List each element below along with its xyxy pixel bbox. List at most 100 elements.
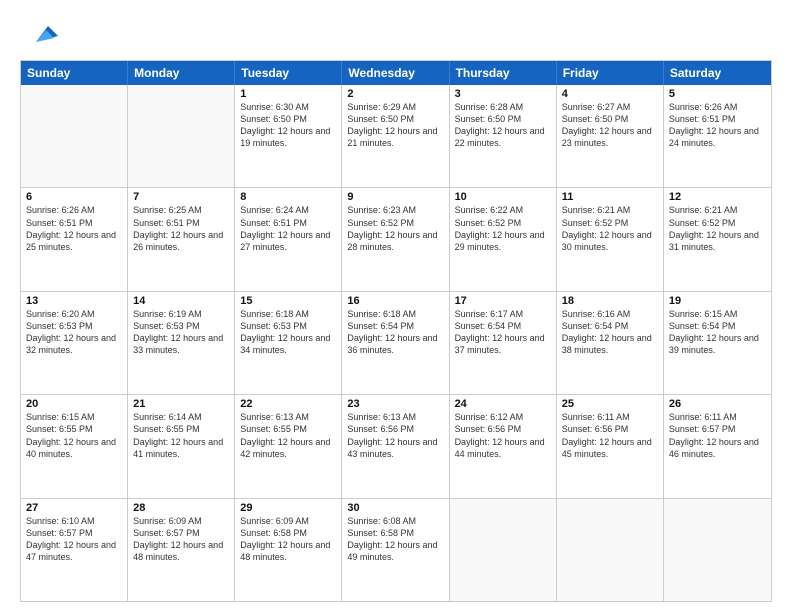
header: [20, 18, 772, 50]
page: SundayMondayTuesdayWednesdayThursdayFrid…: [0, 0, 792, 612]
header-cell-tuesday: Tuesday: [235, 61, 342, 85]
calendar-row-0: 1Sunrise: 6:30 AMSunset: 6:50 PMDaylight…: [21, 85, 771, 188]
calendar-row-4: 27Sunrise: 6:10 AMSunset: 6:57 PMDayligh…: [21, 499, 771, 601]
calendar-cell: 7Sunrise: 6:25 AMSunset: 6:51 PMDaylight…: [128, 188, 235, 290]
calendar-cell: 28Sunrise: 6:09 AMSunset: 6:57 PMDayligh…: [128, 499, 235, 601]
header-cell-saturday: Saturday: [664, 61, 771, 85]
calendar-cell: 29Sunrise: 6:09 AMSunset: 6:58 PMDayligh…: [235, 499, 342, 601]
day-number: 1: [240, 88, 336, 100]
cell-info: Sunrise: 6:18 AMSunset: 6:54 PMDaylight:…: [347, 308, 443, 357]
calendar-cell: 10Sunrise: 6:22 AMSunset: 6:52 PMDayligh…: [450, 188, 557, 290]
day-number: 23: [347, 398, 443, 410]
calendar-cell: 2Sunrise: 6:29 AMSunset: 6:50 PMDaylight…: [342, 85, 449, 187]
day-number: 6: [26, 191, 122, 203]
cell-info: Sunrise: 6:16 AMSunset: 6:54 PMDaylight:…: [562, 308, 658, 357]
calendar-cell: [21, 85, 128, 187]
calendar-cell: 30Sunrise: 6:08 AMSunset: 6:58 PMDayligh…: [342, 499, 449, 601]
cell-info: Sunrise: 6:20 AMSunset: 6:53 PMDaylight:…: [26, 308, 122, 357]
calendar-cell: 5Sunrise: 6:26 AMSunset: 6:51 PMDaylight…: [664, 85, 771, 187]
calendar-body: 1Sunrise: 6:30 AMSunset: 6:50 PMDaylight…: [21, 85, 771, 601]
cell-info: Sunrise: 6:12 AMSunset: 6:56 PMDaylight:…: [455, 411, 551, 460]
cell-info: Sunrise: 6:27 AMSunset: 6:50 PMDaylight:…: [562, 101, 658, 150]
calendar-header-row: SundayMondayTuesdayWednesdayThursdayFrid…: [21, 61, 771, 85]
cell-info: Sunrise: 6:09 AMSunset: 6:57 PMDaylight:…: [133, 515, 229, 564]
calendar-cell: [128, 85, 235, 187]
calendar-cell: 23Sunrise: 6:13 AMSunset: 6:56 PMDayligh…: [342, 395, 449, 497]
calendar-row-3: 20Sunrise: 6:15 AMSunset: 6:55 PMDayligh…: [21, 395, 771, 498]
day-number: 27: [26, 502, 122, 514]
day-number: 5: [669, 88, 766, 100]
logo: [20, 18, 58, 50]
day-number: 13: [26, 295, 122, 307]
calendar-cell: 13Sunrise: 6:20 AMSunset: 6:53 PMDayligh…: [21, 292, 128, 394]
calendar-cell: 20Sunrise: 6:15 AMSunset: 6:55 PMDayligh…: [21, 395, 128, 497]
day-number: 18: [562, 295, 658, 307]
cell-info: Sunrise: 6:10 AMSunset: 6:57 PMDaylight:…: [26, 515, 122, 564]
cell-info: Sunrise: 6:15 AMSunset: 6:54 PMDaylight:…: [669, 308, 766, 357]
calendar-cell: 18Sunrise: 6:16 AMSunset: 6:54 PMDayligh…: [557, 292, 664, 394]
cell-info: Sunrise: 6:22 AMSunset: 6:52 PMDaylight:…: [455, 204, 551, 253]
cell-info: Sunrise: 6:24 AMSunset: 6:51 PMDaylight:…: [240, 204, 336, 253]
calendar-cell: 9Sunrise: 6:23 AMSunset: 6:52 PMDaylight…: [342, 188, 449, 290]
calendar-cell: [450, 499, 557, 601]
calendar-cell: 19Sunrise: 6:15 AMSunset: 6:54 PMDayligh…: [664, 292, 771, 394]
cell-info: Sunrise: 6:09 AMSunset: 6:58 PMDaylight:…: [240, 515, 336, 564]
cell-info: Sunrise: 6:30 AMSunset: 6:50 PMDaylight:…: [240, 101, 336, 150]
calendar-cell: 21Sunrise: 6:14 AMSunset: 6:55 PMDayligh…: [128, 395, 235, 497]
calendar-cell: 6Sunrise: 6:26 AMSunset: 6:51 PMDaylight…: [21, 188, 128, 290]
day-number: 9: [347, 191, 443, 203]
day-number: 21: [133, 398, 229, 410]
header-cell-thursday: Thursday: [450, 61, 557, 85]
day-number: 3: [455, 88, 551, 100]
day-number: 29: [240, 502, 336, 514]
cell-info: Sunrise: 6:29 AMSunset: 6:50 PMDaylight:…: [347, 101, 443, 150]
cell-info: Sunrise: 6:18 AMSunset: 6:53 PMDaylight:…: [240, 308, 336, 357]
cell-info: Sunrise: 6:21 AMSunset: 6:52 PMDaylight:…: [562, 204, 658, 253]
cell-info: Sunrise: 6:15 AMSunset: 6:55 PMDaylight:…: [26, 411, 122, 460]
calendar-cell: 22Sunrise: 6:13 AMSunset: 6:55 PMDayligh…: [235, 395, 342, 497]
cell-info: Sunrise: 6:26 AMSunset: 6:51 PMDaylight:…: [669, 101, 766, 150]
day-number: 26: [669, 398, 766, 410]
cell-info: Sunrise: 6:17 AMSunset: 6:54 PMDaylight:…: [455, 308, 551, 357]
day-number: 11: [562, 191, 658, 203]
cell-info: Sunrise: 6:11 AMSunset: 6:56 PMDaylight:…: [562, 411, 658, 460]
cell-info: Sunrise: 6:28 AMSunset: 6:50 PMDaylight:…: [455, 101, 551, 150]
calendar-cell: 11Sunrise: 6:21 AMSunset: 6:52 PMDayligh…: [557, 188, 664, 290]
calendar: SundayMondayTuesdayWednesdayThursdayFrid…: [20, 60, 772, 602]
header-cell-monday: Monday: [128, 61, 235, 85]
header-cell-sunday: Sunday: [21, 61, 128, 85]
day-number: 22: [240, 398, 336, 410]
calendar-cell: 8Sunrise: 6:24 AMSunset: 6:51 PMDaylight…: [235, 188, 342, 290]
calendar-cell: 15Sunrise: 6:18 AMSunset: 6:53 PMDayligh…: [235, 292, 342, 394]
calendar-cell: 16Sunrise: 6:18 AMSunset: 6:54 PMDayligh…: [342, 292, 449, 394]
header-cell-friday: Friday: [557, 61, 664, 85]
day-number: 15: [240, 295, 336, 307]
day-number: 20: [26, 398, 122, 410]
day-number: 25: [562, 398, 658, 410]
cell-info: Sunrise: 6:26 AMSunset: 6:51 PMDaylight:…: [26, 204, 122, 253]
day-number: 14: [133, 295, 229, 307]
calendar-cell: 26Sunrise: 6:11 AMSunset: 6:57 PMDayligh…: [664, 395, 771, 497]
cell-info: Sunrise: 6:08 AMSunset: 6:58 PMDaylight:…: [347, 515, 443, 564]
calendar-cell: 1Sunrise: 6:30 AMSunset: 6:50 PMDaylight…: [235, 85, 342, 187]
day-number: 4: [562, 88, 658, 100]
cell-info: Sunrise: 6:13 AMSunset: 6:55 PMDaylight:…: [240, 411, 336, 460]
header-cell-wednesday: Wednesday: [342, 61, 449, 85]
day-number: 30: [347, 502, 443, 514]
calendar-cell: 24Sunrise: 6:12 AMSunset: 6:56 PMDayligh…: [450, 395, 557, 497]
day-number: 8: [240, 191, 336, 203]
cell-info: Sunrise: 6:11 AMSunset: 6:57 PMDaylight:…: [669, 411, 766, 460]
calendar-cell: [557, 499, 664, 601]
calendar-cell: 27Sunrise: 6:10 AMSunset: 6:57 PMDayligh…: [21, 499, 128, 601]
calendar-cell: [664, 499, 771, 601]
day-number: 17: [455, 295, 551, 307]
logo-icon: [26, 18, 58, 50]
cell-info: Sunrise: 6:14 AMSunset: 6:55 PMDaylight:…: [133, 411, 229, 460]
calendar-row-2: 13Sunrise: 6:20 AMSunset: 6:53 PMDayligh…: [21, 292, 771, 395]
calendar-cell: 12Sunrise: 6:21 AMSunset: 6:52 PMDayligh…: [664, 188, 771, 290]
cell-info: Sunrise: 6:19 AMSunset: 6:53 PMDaylight:…: [133, 308, 229, 357]
day-number: 12: [669, 191, 766, 203]
calendar-row-1: 6Sunrise: 6:26 AMSunset: 6:51 PMDaylight…: [21, 188, 771, 291]
calendar-cell: 25Sunrise: 6:11 AMSunset: 6:56 PMDayligh…: [557, 395, 664, 497]
day-number: 10: [455, 191, 551, 203]
